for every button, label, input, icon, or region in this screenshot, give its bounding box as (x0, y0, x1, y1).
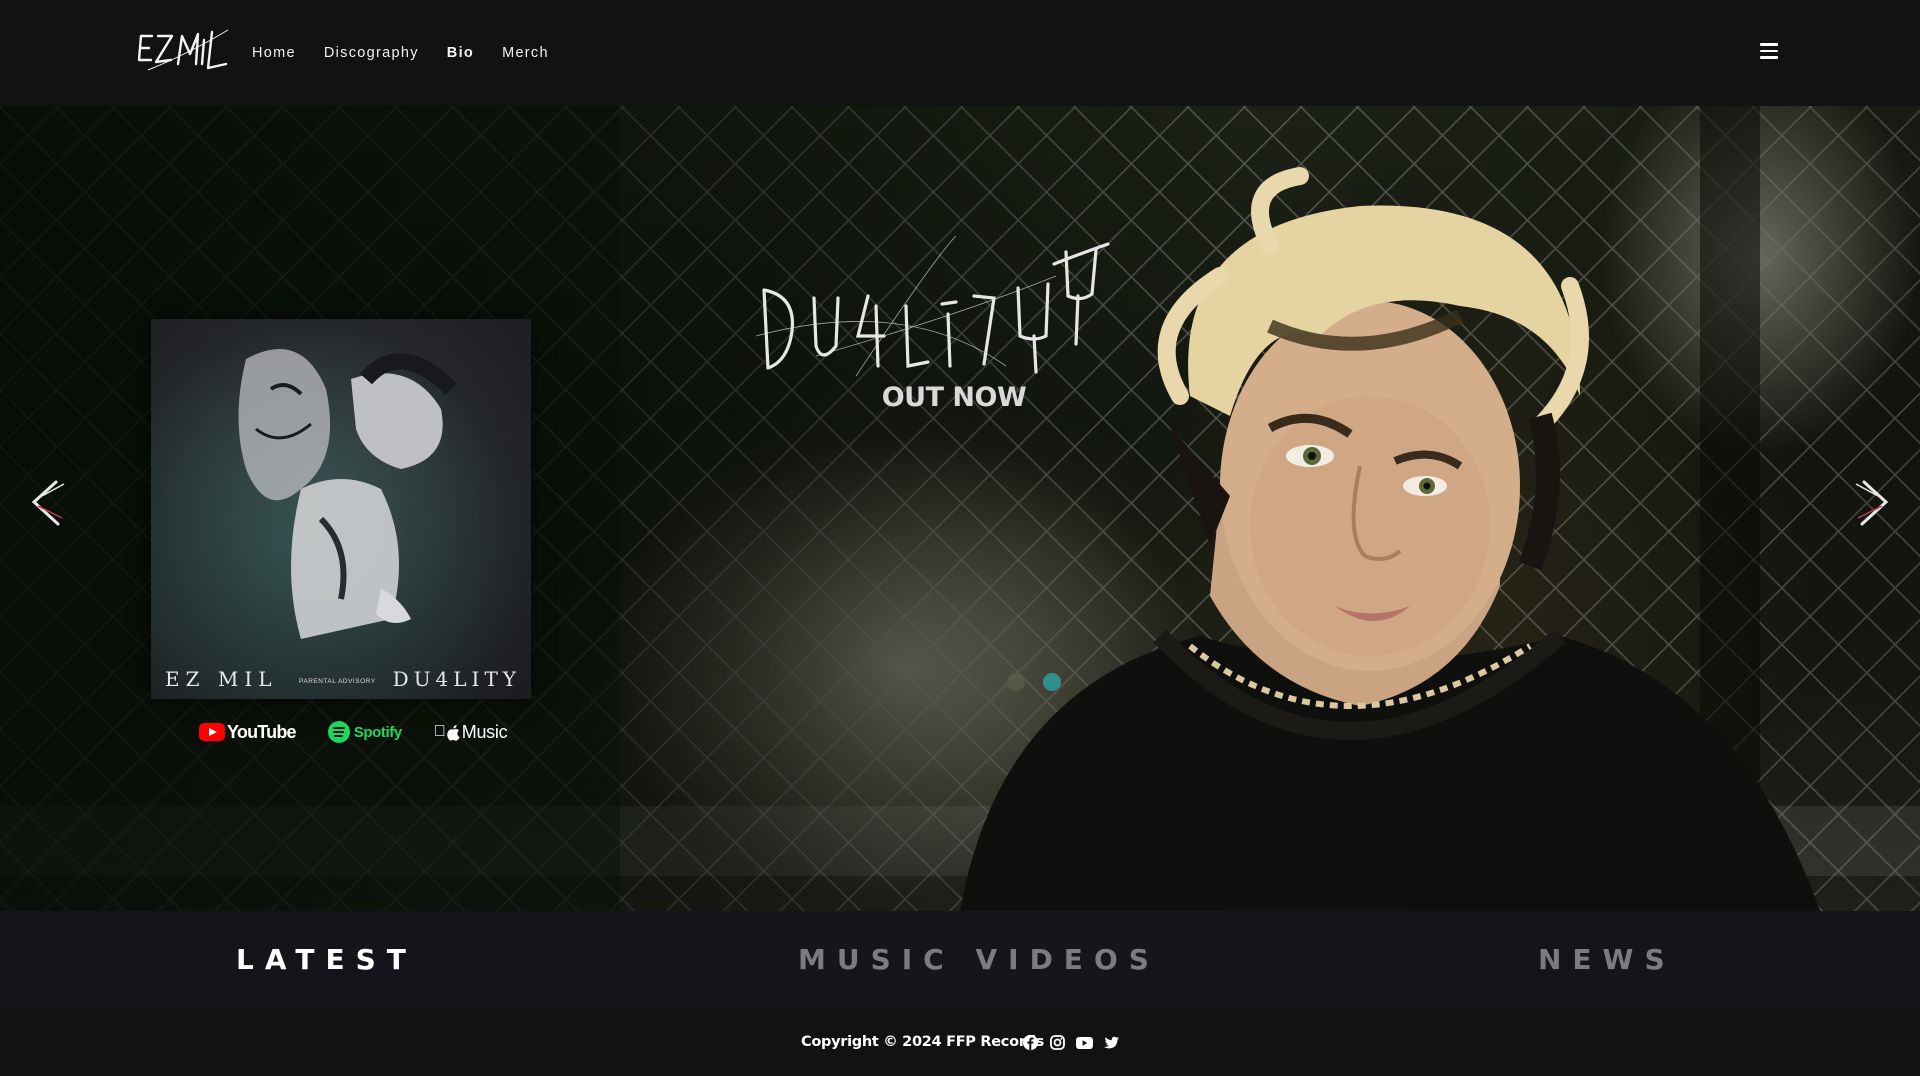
parental-advisory-label: PARENTAL ADVISORY (299, 678, 376, 685)
site-footer: Copyright © 2024 FFP Records (0, 1008, 1920, 1076)
slider-dot-2[interactable] (1043, 673, 1061, 691)
tab-news[interactable]: NEWS (1538, 943, 1676, 976)
streaming-links: YouTube Spotify  Music (199, 718, 539, 746)
album-artist-text: EZ MIL (165, 667, 278, 691)
nav-home[interactable]: Home (252, 45, 296, 61)
facebook-icon[interactable] (1022, 1034, 1039, 1051)
hamburger-icon[interactable] (1760, 43, 1780, 59)
apple-icon:  (434, 723, 446, 741)
hero-subtitle: OUT NOW (881, 382, 1027, 413)
tab-latest[interactable]: LATEST (236, 943, 417, 976)
album-cover[interactable]: EZ MIL PARENTAL ADVISORY DU4LITY (151, 319, 531, 699)
slider-dot-1[interactable] (1007, 673, 1025, 691)
apple-music-label: Music (449, 721, 508, 742)
hero-slider: EZ MIL PARENTAL ADVISORY DU4LITY YouTube… (0, 106, 1920, 911)
apple-music-link[interactable]:  Music (434, 722, 508, 743)
youtube-icon[interactable] (1075, 1034, 1094, 1051)
nav-bio[interactable]: Bio (447, 45, 474, 61)
spotify-label: Spotify (353, 723, 402, 741)
nav-discography[interactable]: Discography (324, 45, 419, 61)
album-title-text: DU4LITY (392, 667, 521, 691)
spotify-icon (327, 721, 350, 743)
content-tabs: LATEST MUSIC VIDEOS NEWS (0, 911, 1920, 1008)
site-header: Home Discography Bio Merch (0, 0, 1920, 106)
youtube-link[interactable]: YouTube (199, 721, 297, 743)
apple-logo-icon (446, 724, 460, 741)
album-artwork (151, 319, 531, 699)
main-nav: Home Discography Bio Merch (252, 0, 577, 106)
chevron-left-icon[interactable] (28, 478, 68, 528)
spotify-link[interactable]: Spotify (327, 721, 402, 743)
ez-mil-logo[interactable] (138, 24, 230, 74)
chevron-right-icon[interactable] (1852, 478, 1892, 528)
youtube-icon (199, 723, 225, 741)
twitter-icon[interactable] (1103, 1034, 1120, 1051)
tab-music-videos[interactable]: MUSIC VIDEOS (798, 943, 1160, 976)
youtube-label: YouTube (227, 721, 297, 742)
nav-merch[interactable]: Merch (502, 45, 549, 61)
copyright-text: Copyright © 2024 FFP Records (801, 1034, 1044, 1050)
hero-title-logo (756, 236, 1110, 377)
instagram-icon[interactable] (1049, 1034, 1066, 1051)
slider-dots (1007, 673, 1061, 691)
